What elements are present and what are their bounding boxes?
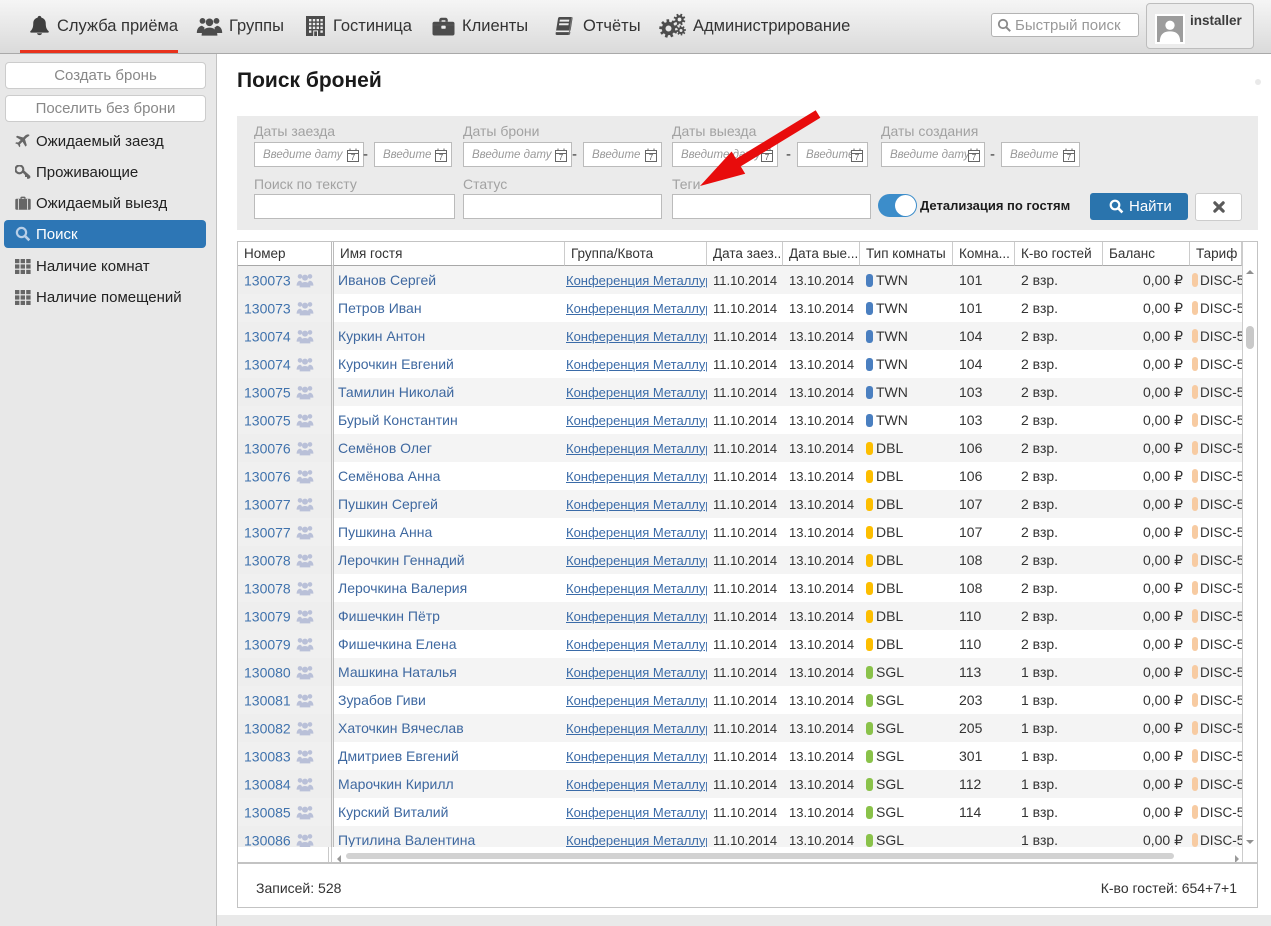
svg-text:7: 7 — [439, 153, 444, 162]
svg-text:7: 7 — [855, 153, 860, 162]
svg-text:7: 7 — [765, 153, 770, 162]
svg-text:7: 7 — [649, 153, 654, 162]
svg-text:7: 7 — [559, 153, 564, 162]
svg-text:7: 7 — [351, 153, 356, 162]
svg-text:7: 7 — [1067, 153, 1072, 162]
svg-text:7: 7 — [972, 153, 977, 162]
